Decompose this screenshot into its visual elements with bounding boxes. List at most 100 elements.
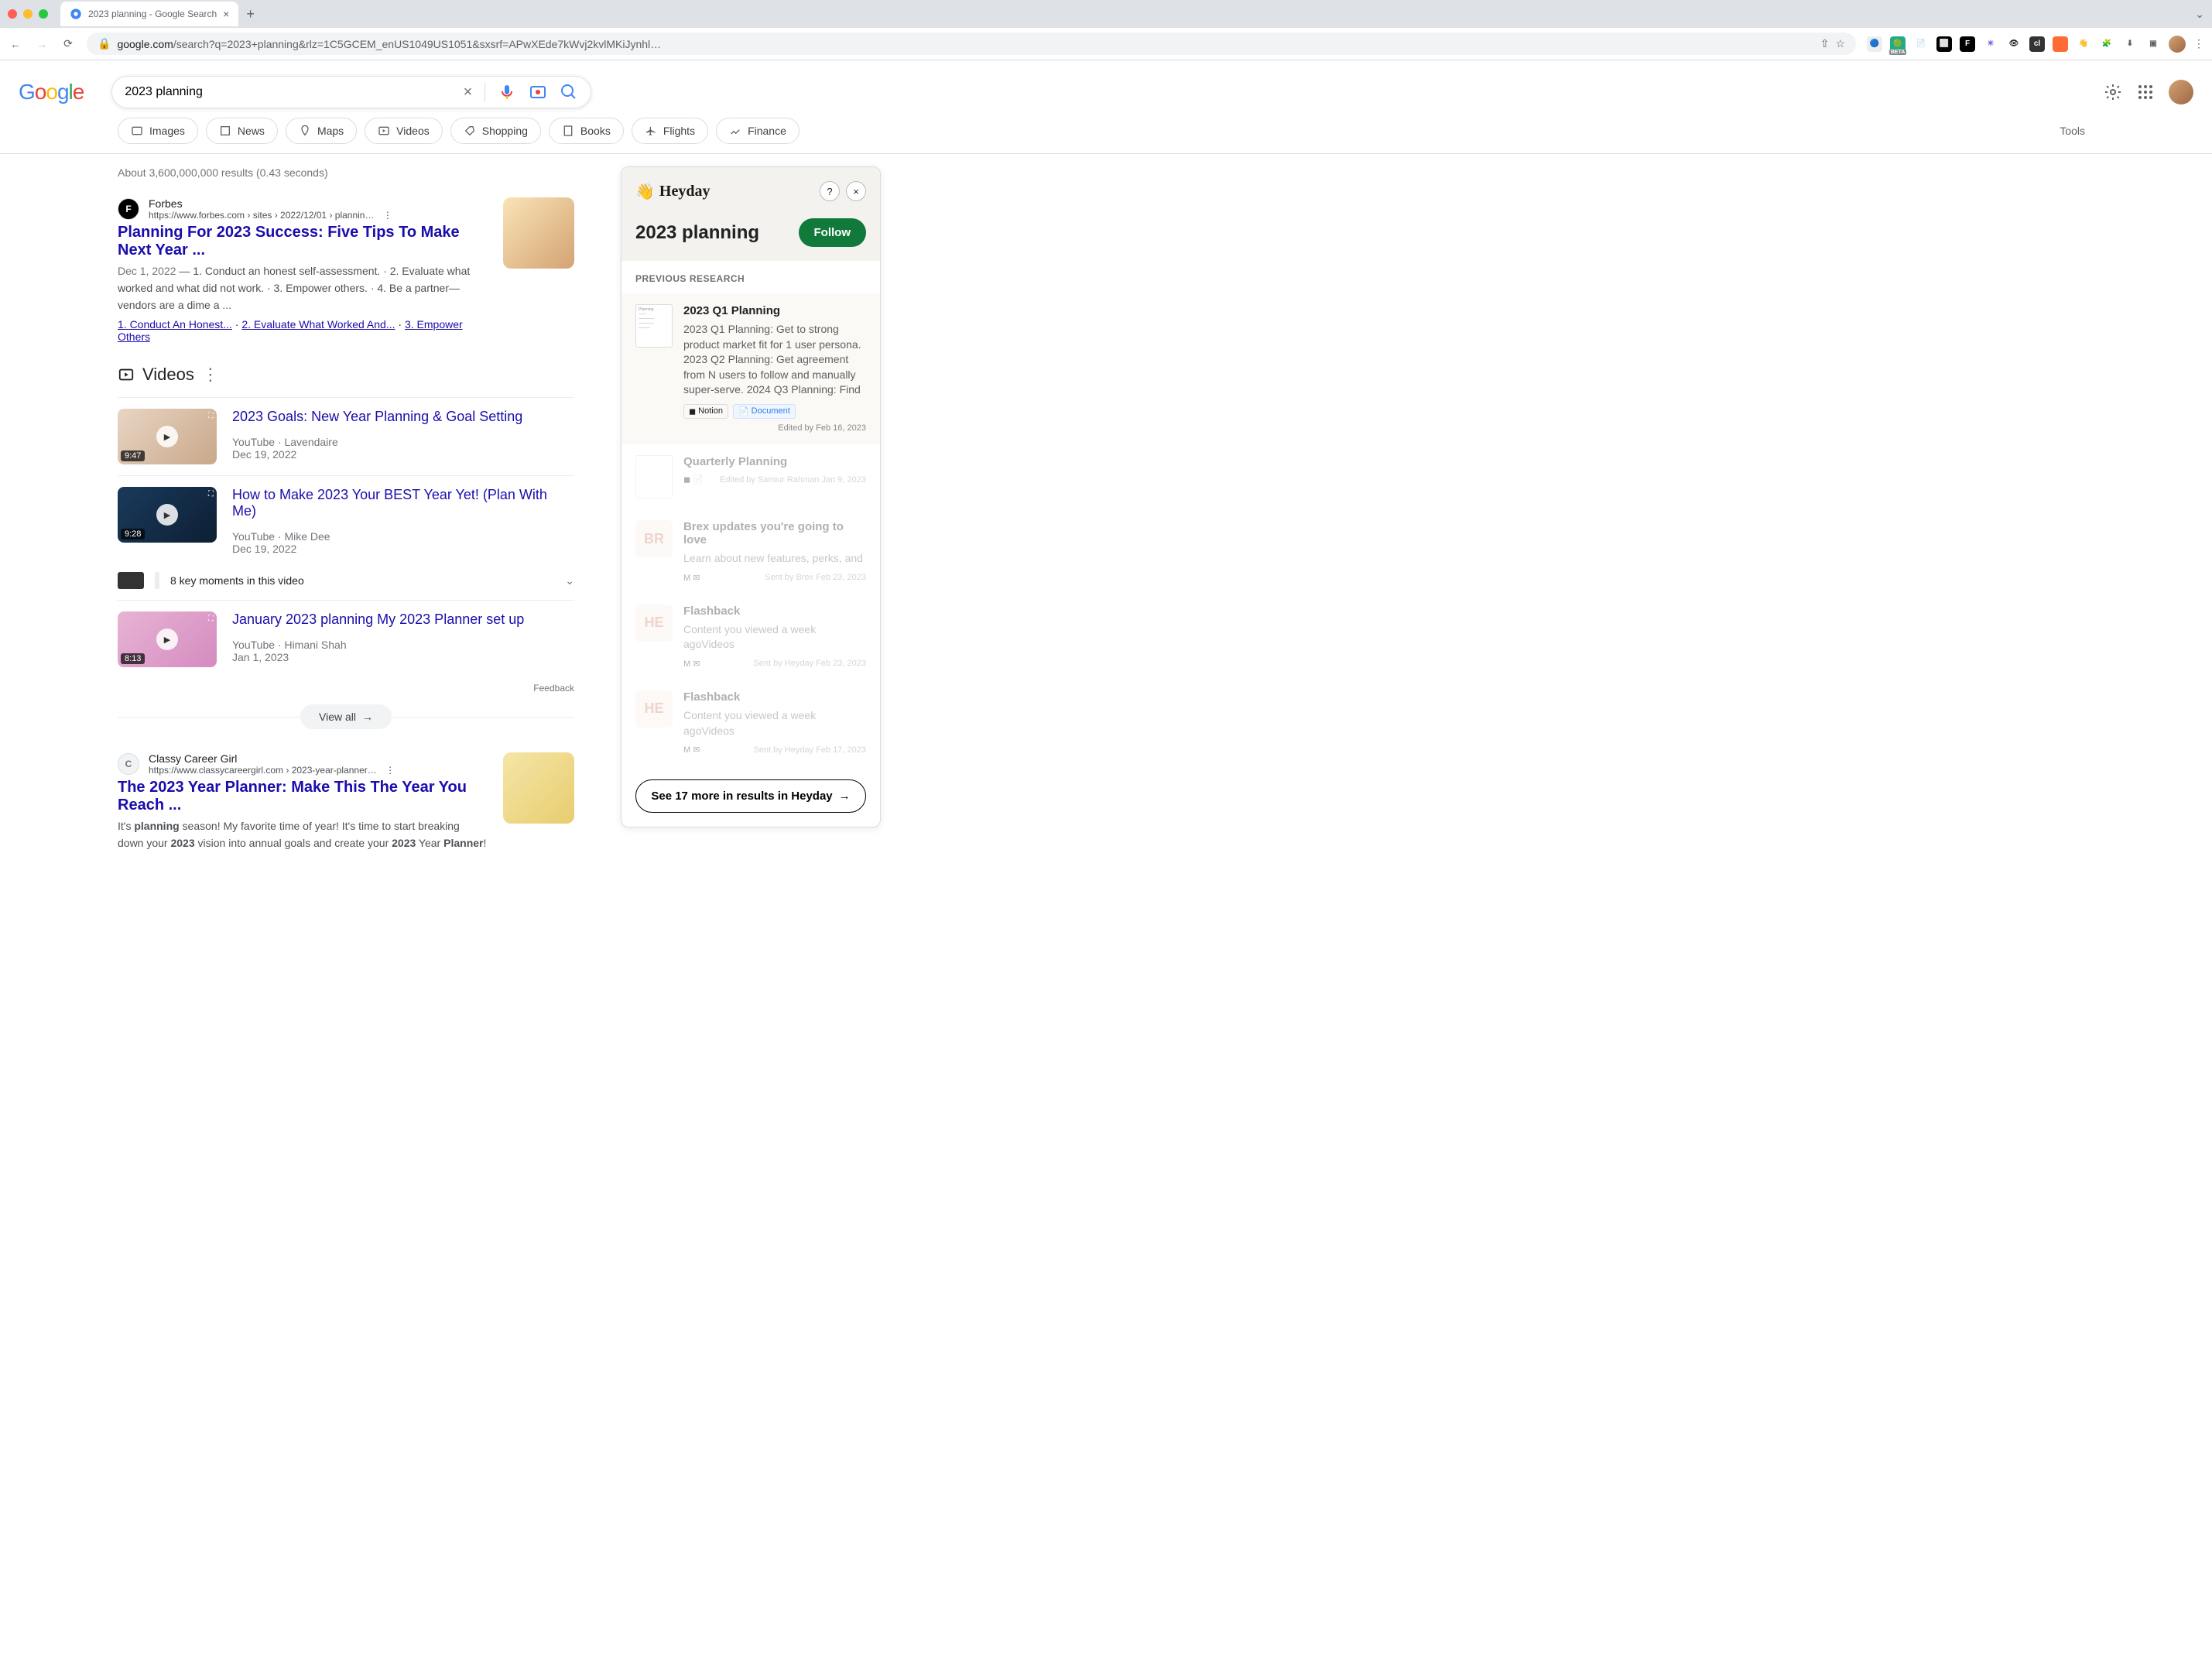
heyday-item[interactable]: Quarterly Planning ◼ 📄 Edited by Samiur … <box>621 444 880 509</box>
downloads-icon[interactable]: ⬇ <box>2122 36 2138 52</box>
result-title[interactable]: The 2023 Year Planner: Make This The Yea… <box>118 779 488 814</box>
window-maximize[interactable] <box>39 9 48 19</box>
extension-icon[interactable]: ✳ <box>1983 36 1998 52</box>
view-all-button[interactable]: View all→ <box>300 704 392 729</box>
tools-link[interactable]: Tools <box>2060 125 2085 137</box>
video-title[interactable]: January 2023 planning My 2023 Planner se… <box>232 611 524 628</box>
chip-maps[interactable]: Maps <box>286 118 357 144</box>
expand-icon[interactable]: ⛶ <box>208 490 214 498</box>
heyday-item[interactable]: Planning————————————— 2023 Q1 Planning 2… <box>621 293 880 444</box>
extension-icon[interactable]: 🔵 <box>1867 36 1882 52</box>
extensions-menu-icon[interactable]: 🧩 <box>2099 36 2114 52</box>
item-meta: Edited by Feb 16, 2023 <box>778 423 866 433</box>
video-duration: 9:28 <box>121 529 145 540</box>
videos-menu-icon[interactable]: ⋮ <box>202 365 219 385</box>
heyday-item[interactable]: BR Brex updates you're going to love Lea… <box>621 509 880 594</box>
search-bar[interactable]: × <box>111 76 591 108</box>
video-thumbnail[interactable]: ⛶ 9:28 <box>118 487 217 543</box>
item-title: Quarterly Planning <box>683 455 866 468</box>
extension-icon[interactable] <box>2053 36 2068 52</box>
feedback-link[interactable]: Feedback <box>118 683 574 694</box>
tabs-dropdown-icon[interactable]: ⌄ <box>2195 8 2204 21</box>
follow-button[interactable]: Follow <box>799 218 867 247</box>
site-url: https://www.classycareergirl.com › 2023-… <box>149 765 377 776</box>
search-icon[interactable] <box>560 83 578 101</box>
chip-books[interactable]: Books <box>549 118 624 144</box>
item-desc: Content you viewed a week agoVideos <box>683 708 866 738</box>
help-button[interactable]: ? <box>820 181 840 201</box>
chip-images[interactable]: Images <box>118 118 198 144</box>
video-thumbnail[interactable]: ⛶ 9:47 <box>118 409 217 464</box>
video-section-icon <box>118 366 135 383</box>
arrow-right-icon: → <box>362 711 373 723</box>
back-button[interactable]: ← <box>8 38 23 50</box>
result-snippet: Dec 1, 2022 — 1. Conduct an honest self-… <box>118 262 488 313</box>
extension-icon[interactable]: 👁 <box>2006 36 2022 52</box>
extension-icon[interactable]: 🟢BETA <box>1890 36 1906 52</box>
video-title[interactable]: How to Make 2023 Your BEST Year Yet! (Pl… <box>232 487 574 519</box>
chip-shopping[interactable]: Shopping <box>450 118 541 144</box>
bookmark-icon[interactable]: ☆ <box>1835 37 1845 50</box>
extension-icon[interactable]: F <box>1960 36 1975 52</box>
account-avatar[interactable] <box>2169 80 2193 104</box>
video-title[interactable]: 2023 Goals: New Year Planning & Goal Set… <box>232 409 522 425</box>
videos-heading: Videos <box>142 365 194 385</box>
see-more-button[interactable]: See 17 more in results in Heyday→ <box>635 779 866 813</box>
extension-icon[interactable]: ⬜ <box>1936 36 1952 52</box>
voice-search-icon[interactable] <box>498 83 516 101</box>
heyday-item[interactable]: HE Flashback Content you viewed a week a… <box>621 594 880 680</box>
window-close[interactable] <box>8 9 17 19</box>
avatar-thumb: BR <box>635 520 673 557</box>
item-meta: Edited by Samiur Rahman Jan 9, 2023 <box>720 475 866 485</box>
apps-icon[interactable] <box>2136 83 2155 101</box>
result-menu-icon[interactable]: ⋮ <box>383 210 392 221</box>
heyday-extension-icon[interactable]: 👋 <box>2076 36 2091 52</box>
clear-search-icon[interactable]: × <box>464 84 473 101</box>
video-thumbnail[interactable]: ⛶ 8:13 <box>118 611 217 667</box>
window-minimize[interactable] <box>23 9 33 19</box>
sidepanel-icon[interactable]: ▣ <box>2145 36 2161 52</box>
chevron-down-icon[interactable]: ⌄ <box>565 574 574 587</box>
site-url: https://www.forbes.com › sites › 2022/12… <box>149 210 374 221</box>
chip-flights[interactable]: Flights <box>632 118 708 144</box>
image-search-icon[interactable] <box>529 83 547 101</box>
avatar-thumb: HE <box>635 690 673 728</box>
doc-thumbnail: Planning————————————— <box>635 304 673 348</box>
extension-icon[interactable]: cl <box>2029 36 2045 52</box>
sitelink[interactable]: 2. Evaluate What Worked And... <box>241 318 395 331</box>
browser-tab[interactable]: 2023 planning - Google Search × <box>60 2 238 26</box>
document-tag: 📄Document <box>733 404 796 419</box>
result-thumbnail[interactable] <box>503 197 574 269</box>
result-menu-icon[interactable]: ⋮ <box>385 765 395 776</box>
expand-icon[interactable]: ⛶ <box>208 615 214 623</box>
result-thumbnail[interactable] <box>503 752 574 824</box>
tab-close-icon[interactable]: × <box>223 8 229 20</box>
address-bar[interactable]: 🔒 google.com/search?q=2023+planning&rlz=… <box>87 33 1856 55</box>
chrome-menu-icon[interactable]: ⋮ <box>2193 37 2204 50</box>
share-icon[interactable]: ⇧ <box>1820 37 1830 50</box>
close-button[interactable]: × <box>846 181 866 201</box>
result-snippet: It's planning season! My favorite time o… <box>118 817 488 851</box>
settings-icon[interactable] <box>2104 83 2122 101</box>
forward-button: → <box>34 38 50 50</box>
expand-icon[interactable]: ⛶ <box>208 412 214 420</box>
heyday-panel: 👋Heyday ? × 2023 planning Follow PREVIOU… <box>621 166 881 827</box>
video-date: Jan 1, 2023 <box>232 651 524 663</box>
heyday-item[interactable]: HE Flashback Content you viewed a week a… <box>621 680 880 766</box>
key-moments[interactable]: 8 key moments in this video ⌄ <box>118 566 574 601</box>
google-logo[interactable]: Google <box>19 80 84 104</box>
sitelink[interactable]: 1. Conduct An Honest... <box>118 318 232 331</box>
chip-videos[interactable]: Videos <box>365 118 443 144</box>
chip-news[interactable]: News <box>206 118 278 144</box>
extension-icon[interactable]: 📄 <box>1913 36 1929 52</box>
profile-avatar[interactable] <box>2169 36 2186 53</box>
video-duration: 9:47 <box>121 450 145 461</box>
video-duration: 8:13 <box>121 653 145 664</box>
search-input[interactable] <box>125 85 463 99</box>
result-title[interactable]: Planning For 2023 Success: Five Tips To … <box>118 224 488 259</box>
new-tab-button[interactable]: + <box>246 6 255 22</box>
chip-finance[interactable]: Finance <box>716 118 800 144</box>
url-text: google.com/search?q=2023+planning&rlz=1C… <box>117 38 1813 50</box>
reload-button[interactable]: ⟳ <box>60 37 76 50</box>
sitelinks: 1. Conduct An Honest... · 2. Evaluate Wh… <box>118 318 488 343</box>
